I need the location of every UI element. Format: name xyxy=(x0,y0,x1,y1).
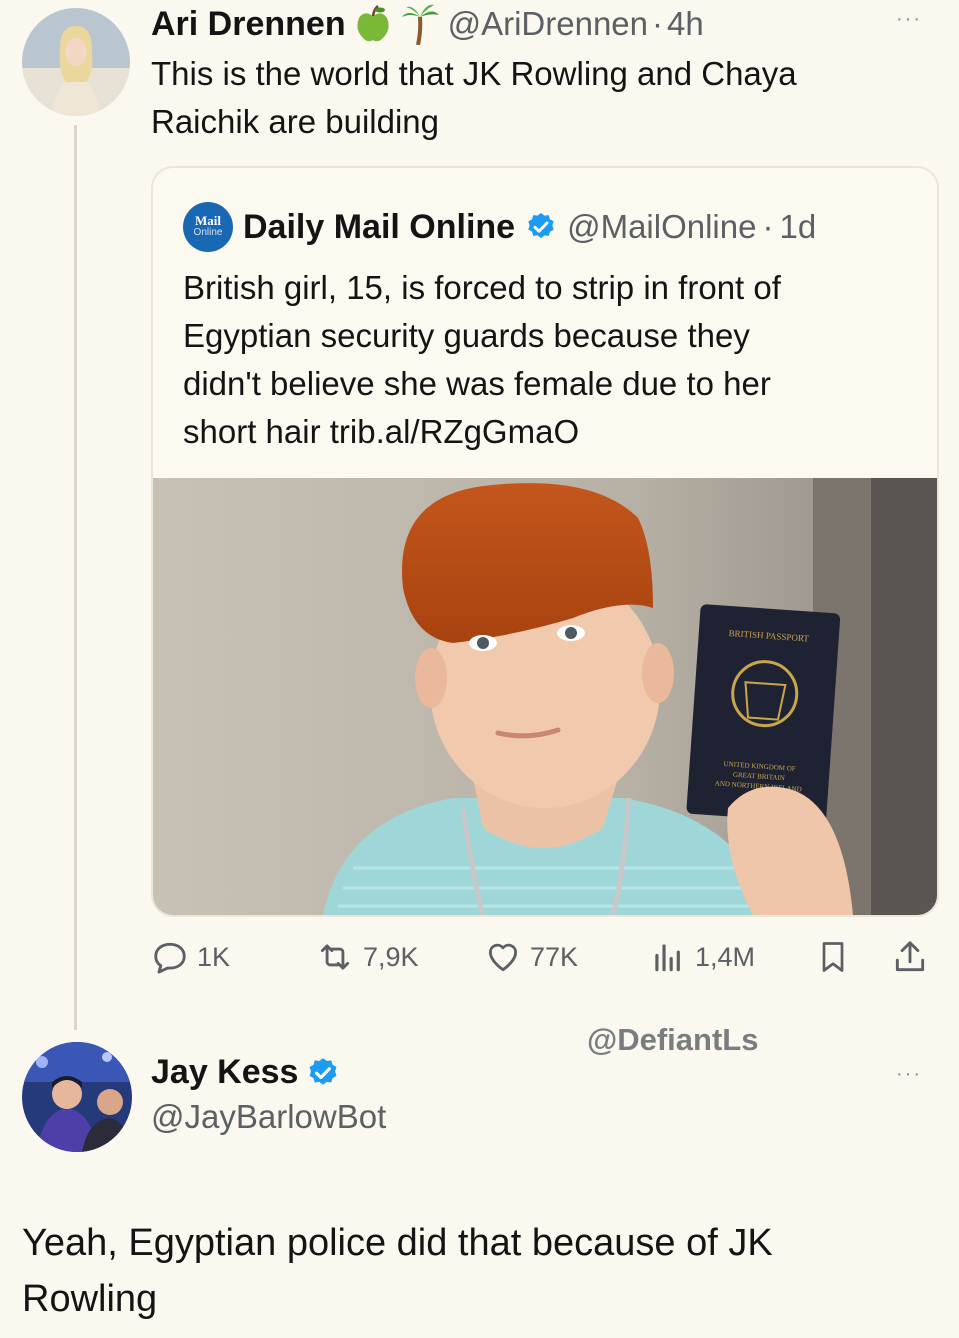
share-button[interactable] xyxy=(891,938,929,976)
logo-text-bottom: Online xyxy=(193,227,223,238)
repost-icon xyxy=(320,944,350,970)
tweet2-display-name[interactable]: Jay Kess xyxy=(151,1053,298,1092)
verified-badge-icon xyxy=(528,213,554,239)
like-count: 77K xyxy=(530,941,579,972)
quoted-text-line: British girl, 15, is forced to strip in … xyxy=(183,269,781,306)
logo-text-top: Mail xyxy=(195,213,221,228)
palm-tree-icon xyxy=(401,4,439,45)
tweet1-more-button[interactable]: ··· xyxy=(896,8,922,31)
avatar-ari-drennen[interactable] xyxy=(22,8,130,116)
tweet1-time[interactable]: 4h xyxy=(667,5,704,43)
views-count: 1,4M xyxy=(695,941,756,972)
tweet2-text-line: Rowling xyxy=(22,1278,158,1320)
like-button[interactable]: 77K xyxy=(484,938,578,976)
heart-icon xyxy=(488,943,518,972)
tweet1-handle[interactable]: @AriDrennen xyxy=(448,5,648,43)
quoted-handle[interactable]: @MailOnline xyxy=(567,208,756,246)
tweet1-display-name[interactable]: Ari Drennen xyxy=(151,5,346,44)
tweet2-handle[interactable]: @JayBarlowBot xyxy=(151,1098,386,1136)
tweet1-text: This is the world that JK Rowling and Ch… xyxy=(151,50,911,146)
tweet1-text-line: Raichik are building xyxy=(151,103,439,140)
watermark: @DefiantLs xyxy=(587,1022,759,1057)
reply-icon xyxy=(154,942,186,974)
quoted-text-line: Egyptian security guards because they xyxy=(183,317,750,354)
quoted-text: British girl, 15, is forced to strip in … xyxy=(183,264,913,456)
views-button[interactable]: 1,4M xyxy=(649,938,755,976)
quoted-separator: · xyxy=(762,208,774,245)
verified-badge-icon xyxy=(310,1057,337,1085)
views-chart-icon xyxy=(655,944,680,972)
quoted-display-name[interactable]: Daily Mail Online xyxy=(243,208,515,247)
repost-count: 7,9K xyxy=(363,941,419,972)
green-apple-icon xyxy=(356,5,389,42)
share-icon xyxy=(895,941,925,972)
repost-button[interactable]: 7,9K xyxy=(315,938,419,976)
thread-line xyxy=(74,125,77,1030)
tweet1-header: Ari Drennen @AriDrennen · 4h xyxy=(151,2,704,46)
tweet2-text: Yeah, Egyptian police did that because o… xyxy=(22,1215,922,1327)
tweet2-text-line: Yeah, Egyptian police did that because o… xyxy=(22,1222,773,1264)
quoted-tweet-card[interactable]: Mail Online Daily Mail Online @MailOnlin… xyxy=(151,166,939,917)
avatar-jay-kess[interactable] xyxy=(22,1042,132,1152)
quoted-photo[interactable]: BRITISH PASSPORT UNITED KINGDOM OF GREAT… xyxy=(153,478,937,915)
quoted-header: Mail Online Daily Mail Online @MailOnlin… xyxy=(183,202,816,252)
bookmark-button[interactable] xyxy=(815,938,851,976)
tweet1-text-line: This is the world that JK Rowling and Ch… xyxy=(151,55,797,92)
quoted-text-line[interactable]: short hair trib.al/RZgGmaO xyxy=(183,408,913,456)
mail-online-logo[interactable]: Mail Online xyxy=(183,202,233,252)
reply-count: 1K xyxy=(197,941,231,972)
bookmark-icon xyxy=(822,942,844,972)
tweet2-more-button[interactable]: ··· xyxy=(896,1063,922,1086)
quoted-text-line: didn't believe she was female due to her xyxy=(183,365,771,402)
tweet1-actions: 1K 7,9K 77K 1,4M xyxy=(151,936,935,982)
quoted-time[interactable]: 1d xyxy=(779,208,816,246)
tweet2-name-row: Jay Kess xyxy=(151,1053,340,1092)
tweet1-separator: · xyxy=(652,5,664,42)
reply-button[interactable]: 1K xyxy=(151,938,230,976)
